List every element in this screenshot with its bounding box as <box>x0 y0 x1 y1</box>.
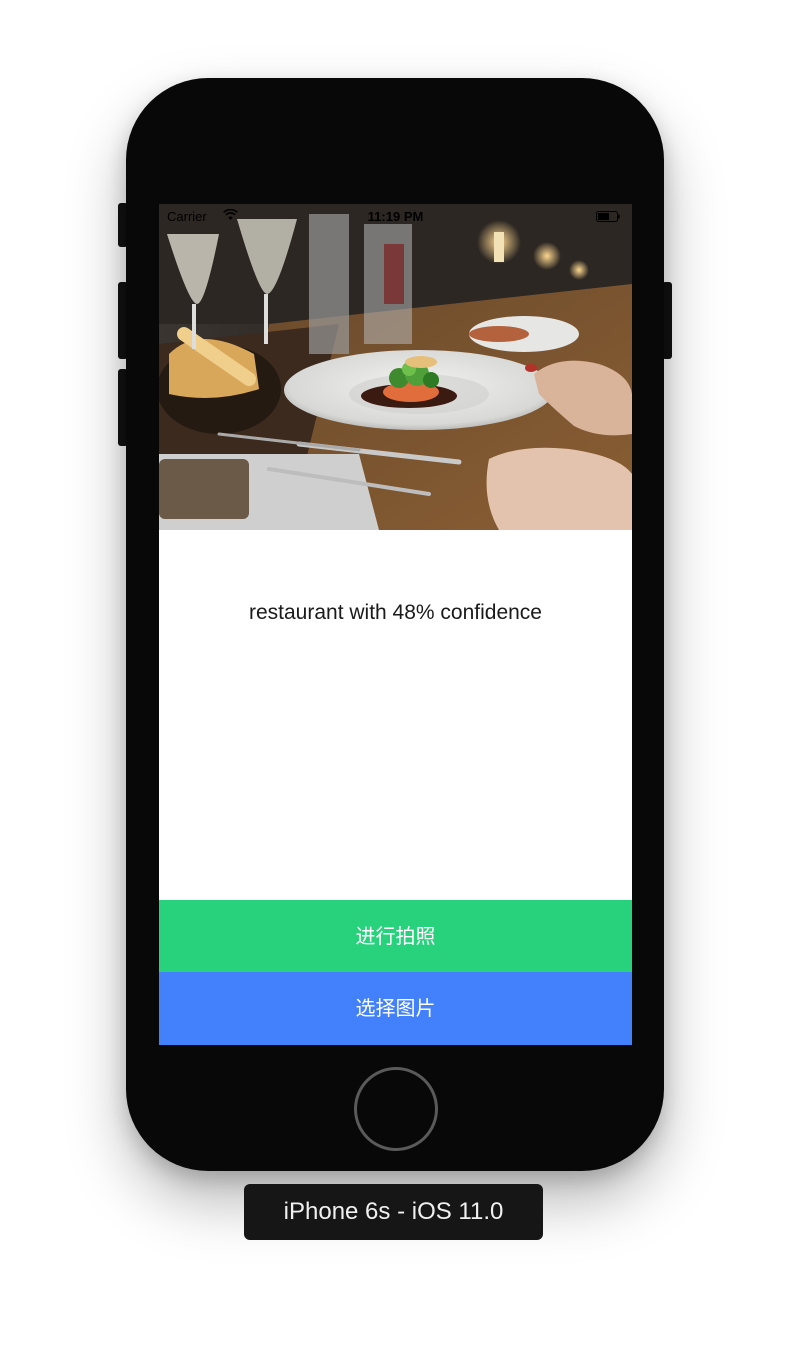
home-button[interactable] <box>354 1067 438 1151</box>
restaurant-photo <box>159 204 632 530</box>
battery-icon <box>596 211 620 222</box>
status-time: 11:19 PM <box>367 209 424 224</box>
classification-result: restaurant with 48% confidence <box>248 601 542 624</box>
app-screen: Carrier 11:19 PM restaurant with 48% con… <box>159 204 632 1045</box>
status-bar: Carrier 11:19 PM <box>159 204 632 228</box>
choose-image-button[interactable]: 选择图片 <box>159 972 632 1045</box>
simulator-stage: Carrier 11:19 PM restaurant with 48% con… <box>0 0 790 1346</box>
simulator-device-label: iPhone 6s - iOS 11.0 <box>244 1184 543 1240</box>
take-photo-button[interactable]: 进行拍照 <box>159 900 632 972</box>
